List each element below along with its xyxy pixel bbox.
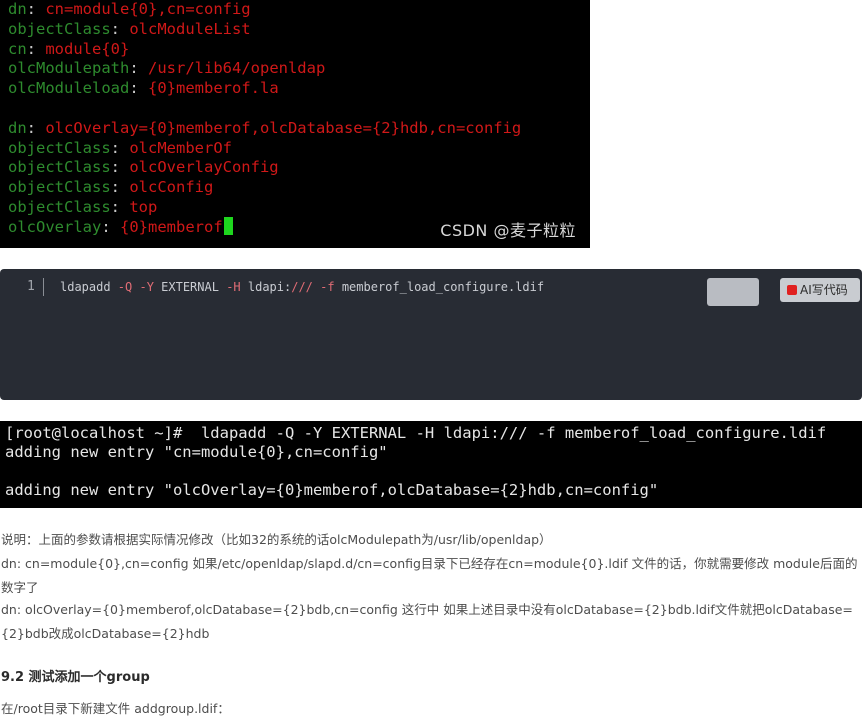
code-token: EXTERNAL bbox=[153, 280, 227, 294]
code-token: memberof_load_configure.ldif bbox=[334, 280, 545, 294]
ldif-value: {0}memberof.la bbox=[148, 79, 279, 98]
ldif-separator: : bbox=[110, 178, 130, 197]
code-line[interactable]: ldapadd -Q -Y EXTERNAL -H ldapi:/// -f m… bbox=[60, 280, 544, 294]
ldif-line: cn: module{0} bbox=[8, 39, 129, 59]
ldif-separator: : bbox=[110, 138, 130, 157]
ldif-key: olcModuleload bbox=[8, 79, 130, 98]
ldif-separator: : bbox=[129, 59, 148, 78]
ai-icon bbox=[787, 285, 797, 295]
ldif-value: olcModuleList bbox=[129, 19, 251, 38]
code-token: ldapadd bbox=[60, 280, 118, 294]
ldif-line: objectClass: top bbox=[8, 197, 157, 217]
ldif-key: olcModulepath bbox=[8, 59, 130, 78]
ldif-separator: : bbox=[26, 118, 46, 137]
ldif-line: objectClass: olcOverlayConfig bbox=[8, 157, 279, 177]
ldif-separator: : bbox=[101, 217, 120, 236]
code-line-number: 1 bbox=[27, 279, 35, 294]
ldif-key: olcOverlay bbox=[8, 217, 102, 236]
ldif-line: olcOverlay: {0}memberof bbox=[8, 216, 233, 237]
ai-write-code-label: AI写代码 bbox=[800, 283, 848, 297]
code-option-token: -Q bbox=[117, 280, 133, 294]
ldif-separator: : bbox=[129, 79, 148, 98]
dn-overlay-paragraph: dn: olcOverlay={0}memberof,olcDatabase={… bbox=[1, 602, 853, 641]
output-line: adding new entry "cn=module{0},cn=config… bbox=[5, 443, 388, 461]
ldif-separator: : bbox=[110, 198, 130, 216]
ldif-terminal-screenshot: dn: cn=module{0},cn=config objectClass: o… bbox=[0, 0, 590, 248]
ldif-key: objectClass bbox=[8, 198, 111, 216]
ldif-line: olcModulepath: /usr/lib64/openldap bbox=[8, 58, 325, 78]
terminal-cursor bbox=[223, 216, 233, 235]
ldif-line: objectClass: olcConfig bbox=[8, 177, 213, 197]
ldif-value: olcMemberOf bbox=[129, 138, 232, 157]
ldif-line: objectClass: olcModuleList bbox=[8, 19, 251, 39]
ldif-key: cn bbox=[8, 39, 27, 58]
ldif-value: olcOverlay={0}memberof,olcDatabase={2}hd… bbox=[45, 118, 522, 137]
ldif-key: objectClass bbox=[8, 19, 111, 38]
ldif-separator: : bbox=[110, 19, 130, 38]
ldif-key: dn bbox=[8, 118, 27, 137]
ai-write-code-button[interactable]: AI写代码 bbox=[780, 278, 860, 302]
ldapadd-output-screenshot: [root@localhost ~]# ldapadd -Q -Y EXTERN… bbox=[0, 421, 862, 508]
ldif-line: olcModuleload: {0}memberof.la bbox=[8, 78, 279, 98]
code-block: 1 ldapadd -Q -Y EXTERNAL -H ldapi:/// -f… bbox=[0, 269, 862, 400]
ldif-key: objectClass bbox=[8, 138, 111, 157]
ldif-value: olcConfig bbox=[129, 178, 214, 197]
output-line: adding new entry "olcOverlay={0}memberof… bbox=[5, 481, 659, 499]
csdn-watermark: CSDN @麦子粒粒 bbox=[440, 221, 576, 240]
instruction-paragraph: 在/root目录下新建文件 addgroup.ldif： bbox=[1, 701, 230, 716]
ldif-value: module{0} bbox=[45, 39, 130, 58]
section-heading: 9.2 测试添加一个group bbox=[1, 670, 150, 685]
ldif-separator: : bbox=[110, 158, 130, 177]
ldif-value: top bbox=[129, 198, 158, 216]
code-option-token: -Y bbox=[139, 280, 154, 294]
ldif-value: olcOverlayConfig bbox=[129, 158, 279, 177]
ldif-line: dn: olcOverlay={0}memberof,olcDatabase={… bbox=[8, 118, 521, 138]
ldif-key: objectClass bbox=[8, 158, 111, 177]
ldif-value: cn=module{0},cn=config bbox=[45, 0, 251, 18]
code-option-token: /// bbox=[291, 280, 313, 294]
note-paragraph: 说明：上面的参数请根据实际情况修改（比如32的系统的话olcModulepath… bbox=[1, 532, 552, 547]
ldif-key: objectClass bbox=[8, 178, 111, 197]
ldif-value: {0}memberof bbox=[120, 217, 223, 236]
code-option-token: -f bbox=[320, 280, 335, 294]
ldif-line: dn: cn=module{0},cn=config bbox=[8, 0, 251, 19]
ldif-value: /usr/lib64/openldap bbox=[148, 59, 326, 78]
dn-module-paragraph: dn: cn=module{0},cn=config 如果/etc/openld… bbox=[1, 556, 858, 595]
ldif-key: dn bbox=[8, 0, 27, 18]
copy-button[interactable] bbox=[707, 278, 759, 306]
ldif-separator: : bbox=[26, 0, 46, 18]
code-gutter-divider bbox=[43, 278, 44, 296]
code-token: ldapi: bbox=[240, 280, 292, 294]
code-option-token: -H bbox=[226, 280, 241, 294]
ldif-separator: : bbox=[26, 39, 46, 58]
ldif-line: objectClass: olcMemberOf bbox=[8, 138, 232, 158]
output-line: [root@localhost ~]# ldapadd -Q -Y EXTERN… bbox=[5, 424, 827, 442]
